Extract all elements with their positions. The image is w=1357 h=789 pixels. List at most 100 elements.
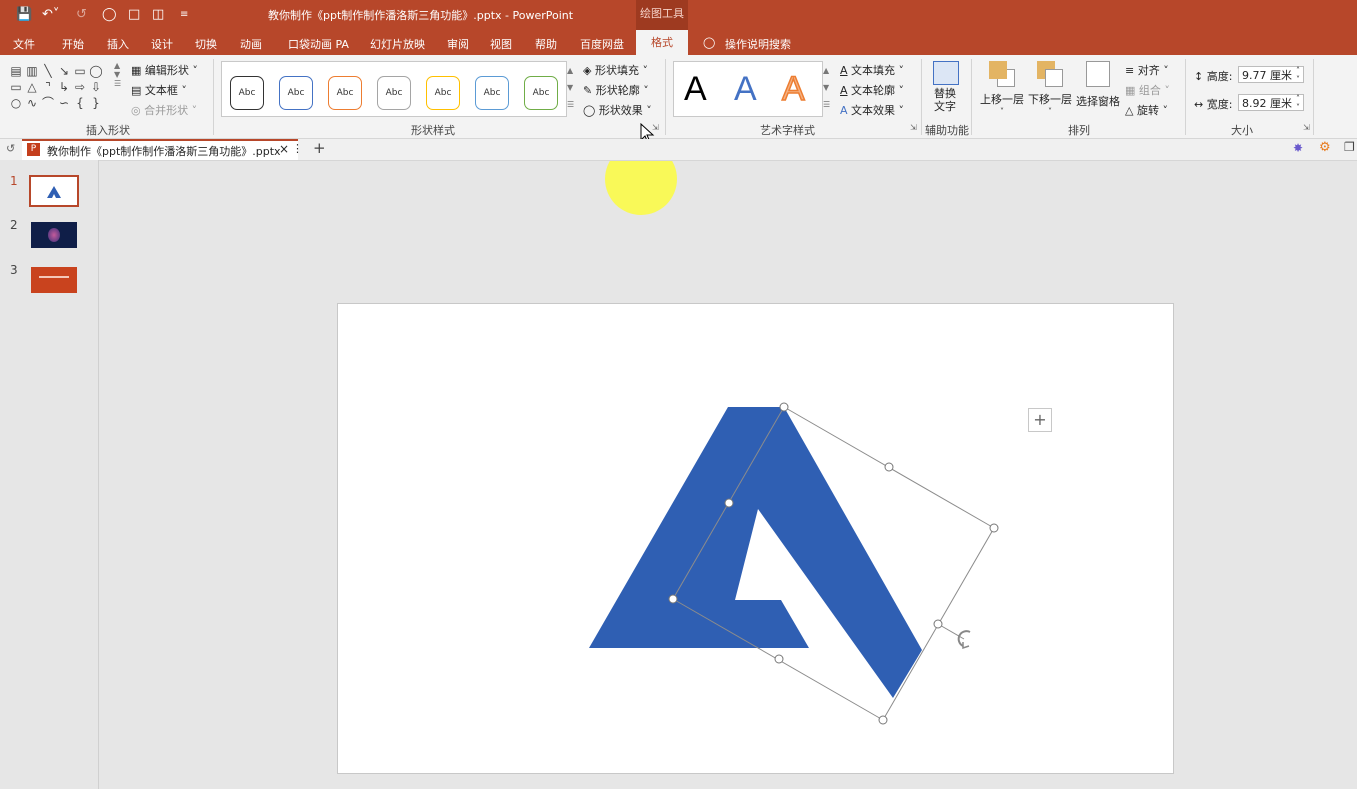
wordart-style-2[interactable]: A (734, 70, 757, 109)
tab-baidu-netdisk[interactable]: 百度网盘 (580, 36, 624, 52)
shape-outline-button[interactable]: ✎ 形状轮廓 ˅ (583, 82, 649, 98)
divider (921, 59, 922, 135)
resize-handle[interactable] (884, 462, 894, 472)
tab-insert[interactable]: 插入 (107, 36, 129, 52)
wordart-scroll-icon[interactable]: ▲ ▼ ☰ (823, 62, 830, 113)
slide-thumbnail-1[interactable] (29, 175, 79, 207)
shapes-gallery[interactable]: ▤ ▥ ╲ ↘ ▭ ◯ ▭ △ ⌝ ↳ ⇨ ⇩ ○ ∿ ⌒ ∽{} (8, 63, 118, 117)
tab-format[interactable]: 格式 (636, 30, 688, 56)
text-outline-button[interactable]: A 文本轮廓 ˅ (840, 82, 904, 98)
width-spinner-icon[interactable]: ˄ ˅ (1296, 94, 1300, 112)
document-tab-strip: ↺ P 教你制作《ppt制作制作潘洛斯三角功能》.pptx × ⋮ + ✸ ⚙ … (0, 139, 1357, 161)
settings-gear-icon[interactable]: ⚙ (1319, 140, 1335, 156)
selection-pane-icon (1086, 61, 1110, 87)
customize-qa-icon[interactable]: ≡ (180, 9, 188, 20)
tab-transitions[interactable]: 切换 (195, 36, 217, 52)
wordart-gallery[interactable]: A A A (673, 61, 823, 117)
right-arrow-icon: ⇨ (74, 80, 86, 94)
tab-pocket-animation[interactable]: 口袋动画 PA (288, 36, 349, 52)
wordart-launcher-icon[interactable]: ⇲ (910, 123, 917, 132)
shape-style-4[interactable]: Abc (377, 76, 411, 110)
rounded-rect-icon: ▭ (10, 80, 22, 94)
tell-me-search[interactable]: 操作说明搜索 (725, 36, 791, 52)
shape-style-2[interactable]: Abc (279, 76, 313, 110)
resize-handle[interactable] (989, 523, 999, 533)
tab-animations[interactable]: 动画 (240, 36, 262, 52)
tab-list-icon[interactable]: ↺ (6, 142, 15, 155)
save-icon[interactable]: 💾 (16, 7, 32, 22)
document-tab[interactable]: P 教你制作《ppt制作制作潘洛斯三角功能》.pptx × ⋮ (22, 139, 303, 160)
penrose-triangle-shape[interactable] (589, 407, 922, 698)
tab-slideshow[interactable]: 幻灯片放映 (370, 36, 425, 52)
resize-handle[interactable] (933, 619, 943, 629)
merge-shapes-button[interactable]: ◎ 合并形状 ˅ (131, 102, 197, 118)
new-file-icon[interactable]: □ (128, 7, 140, 22)
text-effects-button[interactable]: A 文本效果 ˅ (840, 102, 904, 118)
resize-handle[interactable] (724, 498, 734, 508)
height-spinner-icon[interactable]: ˄ ˅ (1296, 66, 1300, 84)
divider (1185, 59, 1186, 135)
drawing-tools-context: 绘图工具 (636, 0, 688, 30)
wordart-style-1[interactable]: A (684, 70, 707, 109)
resize-handle[interactable] (774, 654, 784, 664)
slide-thumbnail-pane: 1 2 3 (0, 160, 99, 789)
undo-icon[interactable]: ↶˅ (42, 7, 59, 22)
rotate-handle-icon[interactable] (957, 630, 971, 650)
slide-canvas[interactable]: + (337, 303, 1174, 774)
size-launcher-icon[interactable]: ⇲ (1303, 123, 1310, 132)
wordart-style-3[interactable]: A (781, 69, 805, 109)
new-tab-icon[interactable]: + (313, 139, 326, 157)
tab-home[interactable]: 开始 (62, 36, 84, 52)
layout-options-icon[interactable]: + (1028, 408, 1052, 432)
send-backward-button[interactable]: 下移一层 ˅ (1028, 61, 1072, 116)
group-label-size: 大小 (1231, 124, 1253, 137)
window-title: 教你制作《ppt制作制作潘洛斯三角功能》.pptx - PowerPoint (268, 9, 574, 22)
gallery-scroll-icon[interactable]: ▲ ▼ ☰ (114, 61, 121, 88)
edit-shape-button[interactable]: ▦ 编辑形状 ˅ (131, 62, 198, 78)
group-button[interactable]: ▦ 组合 ˅ (1125, 82, 1170, 98)
start-show-icon[interactable]: ◯ (102, 7, 117, 22)
ribbon: ▤ ▥ ╲ ↘ ▭ ◯ ▭ △ ⌝ ↳ ⇨ ⇩ ○ ∿ ⌒ ∽{} ▲ ▼ ☰ ▦ 编辑形状 ˅ ▤ 文本框 … (0, 55, 1357, 215)
shape-style-7[interactable]: Abc (524, 76, 558, 110)
freeform-icon: ○ (10, 96, 22, 110)
resize-handle[interactable] (878, 715, 888, 725)
width-input[interactable]: 8.92 厘米 ˄ ˅ (1238, 94, 1304, 112)
tab-file[interactable]: 文件 (13, 36, 35, 52)
lightbulb-icon: ◯ (703, 36, 716, 49)
tab-design[interactable]: 设计 (151, 36, 173, 52)
group-label-shape-styles: 形状样式 (411, 124, 455, 137)
tab-menu-icon[interactable]: ⋮ (292, 142, 303, 155)
thumb-image (48, 228, 60, 242)
rotate-button[interactable]: △ 旋转 ˅ (1125, 102, 1168, 118)
shape-style-3[interactable]: Abc (328, 76, 362, 110)
shape-fill-button[interactable]: ◈ 形状填充 ˅ (583, 62, 648, 78)
addin-star-icon[interactable]: ✸ (1293, 141, 1311, 157)
shape-style-6[interactable]: Abc (475, 76, 509, 110)
close-tab-icon[interactable]: × (279, 142, 289, 156)
redo-icon[interactable]: ↺ (76, 7, 87, 22)
slide-thumbnail-3[interactable] (31, 267, 77, 293)
height-input[interactable]: 9.77 厘米 ˄ ˅ (1238, 66, 1304, 84)
tab-help[interactable]: 帮助 (535, 36, 557, 52)
shape-style-1[interactable]: Abc (230, 76, 264, 110)
shape-style-5[interactable]: Abc (426, 76, 460, 110)
text-fill-button[interactable]: A 文本填充 ˅ (840, 62, 904, 78)
styles-scroll-icon[interactable]: ▲ ▼ ☰ (567, 62, 574, 113)
resize-handle[interactable] (779, 402, 789, 412)
bring-forward-button[interactable]: 上移一层 ˅ (980, 61, 1024, 116)
tab-view[interactable]: 视图 (490, 36, 512, 52)
slide-thumbnail-2[interactable] (31, 222, 77, 248)
arc-icon: ⌒ (41, 96, 54, 110)
restore-window-icon[interactable]: ❐ (1344, 140, 1355, 154)
alt-text-button[interactable]: 替换文字 (931, 61, 961, 113)
selection-pane-button[interactable]: 选择窗格 (1076, 61, 1120, 109)
align-button[interactable]: ≡ 对齐 ˅ (1125, 62, 1169, 78)
textbox-button[interactable]: ▤ 文本框 ˅ (131, 82, 187, 98)
shape-effects-button[interactable]: ◯ 形状效果 ˅ (583, 102, 652, 118)
open-folder-icon[interactable]: ◫ (152, 7, 164, 22)
tab-review[interactable]: 审阅 (447, 36, 469, 52)
down-arrow-icon: ⇩ (90, 80, 102, 94)
document-tab-label: 教你制作《ppt制作制作潘洛斯三角功能》.pptx (47, 145, 281, 158)
resize-handle[interactable] (668, 594, 678, 604)
shape-styles-gallery[interactable]: Abc Abc Abc Abc Abc Abc Abc (221, 61, 567, 117)
